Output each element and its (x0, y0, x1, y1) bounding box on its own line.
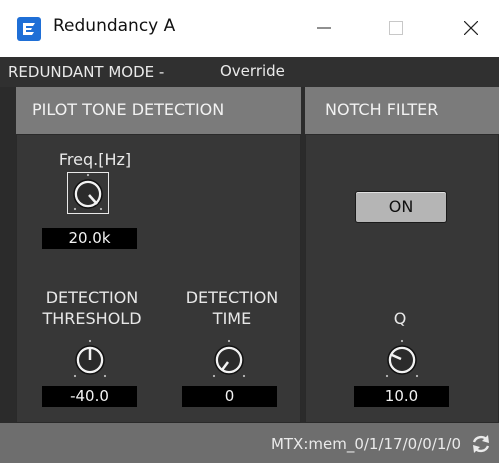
pilot-tone-panel (16, 134, 301, 423)
redundant-mode-bar: REDUNDANT MODE - Override (0, 57, 499, 87)
parameter-path: MTX:mem_0/1/17/0/0/1/0 (270, 435, 461, 453)
redundant-mode-label: REDUNDANT MODE - (8, 63, 165, 81)
time-label-line1: DETECTION (185, 288, 279, 307)
refresh-icon[interactable] (469, 432, 493, 456)
threshold-label-line2: THRESHOLD (42, 309, 142, 328)
maximize-icon (389, 21, 403, 35)
time-label-line2: TIME (212, 309, 252, 328)
freq-value[interactable]: 20.0k (42, 228, 137, 249)
maximize-button[interactable] (376, 10, 416, 46)
redundant-mode-value: Override (220, 62, 285, 80)
notch-filter-header: NOTCH FILTER (305, 87, 499, 134)
freq-knob[interactable] (67, 172, 109, 214)
close-icon (464, 21, 478, 35)
minimize-button[interactable] (304, 10, 344, 46)
time-knob[interactable] (208, 338, 250, 380)
threshold-knob[interactable] (69, 338, 111, 380)
minimize-icon (317, 27, 331, 29)
pilot-tone-header-label: PILOT TONE DETECTION (32, 100, 225, 119)
app-logo-icon (17, 17, 41, 41)
redundancy-window: Redundancy A REDUNDANT MODE - Override P… (0, 0, 499, 463)
window-title: Redundancy A (53, 16, 176, 36)
close-button[interactable] (451, 10, 491, 46)
time-value[interactable]: 0 (182, 386, 277, 407)
threshold-value[interactable]: -40.0 (42, 386, 137, 407)
q-label: Q (393, 309, 407, 328)
notch-on-button[interactable]: ON (355, 191, 447, 223)
q-value[interactable]: 10.0 (354, 386, 449, 407)
freq-label: Freq.[Hz] (58, 150, 132, 169)
status-footer: MTX:mem_0/1/17/0/0/1/0 (0, 423, 499, 463)
title-bar: Redundancy A (0, 0, 499, 57)
notch-filter-header-label: NOTCH FILTER (325, 100, 439, 119)
pilot-tone-header: PILOT TONE DETECTION (16, 87, 301, 134)
threshold-label-line1: DETECTION (45, 288, 139, 307)
q-knob[interactable] (381, 338, 423, 380)
